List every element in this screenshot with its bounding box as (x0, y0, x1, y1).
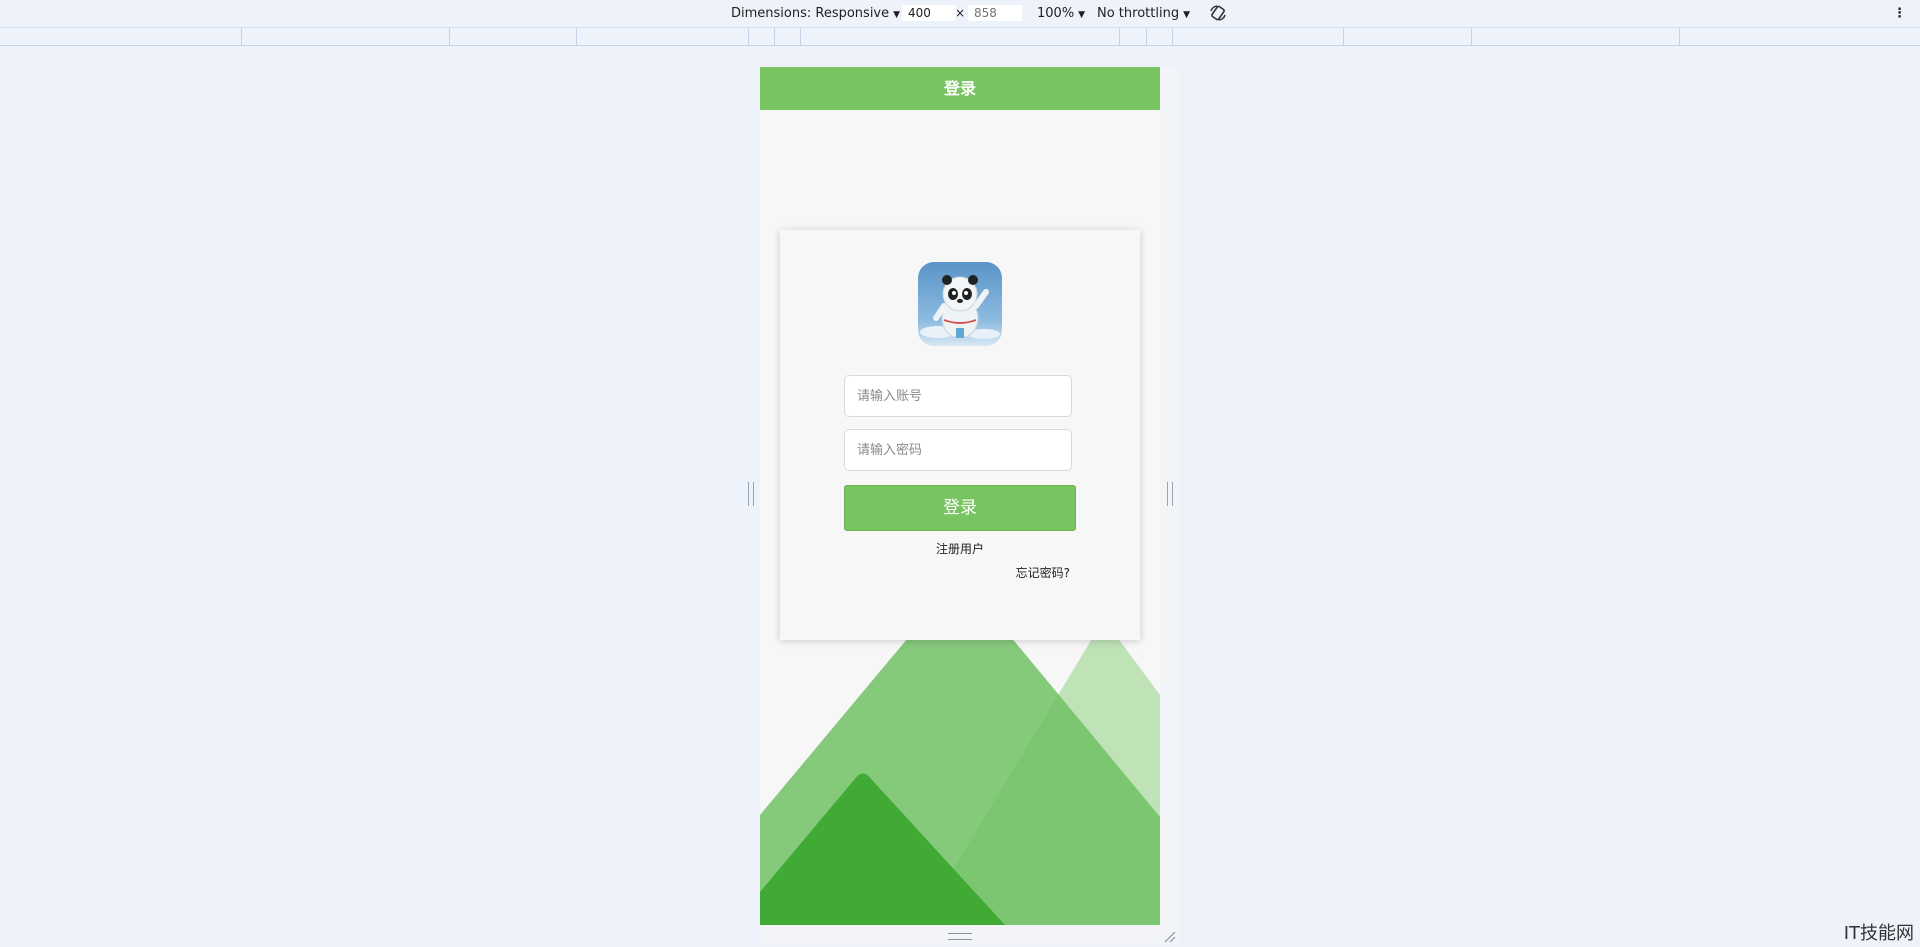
throttling-dropdown[interactable]: No throttling ▼ (1097, 0, 1190, 27)
chevron-down-icon: ▼ (1183, 10, 1190, 20)
more-options-icon[interactable]: ⋮ (1893, 0, 1906, 27)
forgot-password-link[interactable]: 忘记密码? (1016, 564, 1070, 581)
left-resize-handle[interactable] (748, 482, 754, 506)
right-resize-handle[interactable] (1167, 482, 1173, 506)
watermark-text: IT技能网 (1843, 923, 1914, 944)
register-link[interactable]: 注册用户 (780, 540, 1140, 557)
zoom-dropdown[interactable]: 100% ▼ (1037, 0, 1085, 27)
media-query-ruler (0, 28, 1920, 46)
password-input[interactable] (844, 429, 1072, 471)
device-height-input[interactable] (968, 5, 1022, 21)
login-button-label: 登录 (943, 498, 977, 518)
devtools-device-toolbar: Dimensions: Responsive▼ × 100%▼ No throt… (0, 0, 1920, 28)
panda-avatar-icon (918, 262, 1002, 346)
app-header: 登录 (760, 67, 1160, 110)
page-title: 登录 (943, 79, 976, 98)
times-sign: × (955, 6, 966, 20)
bottom-resize-handle[interactable] (948, 933, 972, 940)
chevron-down-icon: ▼ (893, 10, 901, 20)
device-width-input[interactable] (902, 5, 956, 21)
username-input[interactable] (844, 375, 1072, 417)
login-card: 登录 注册用户 忘记密码? (780, 230, 1140, 640)
corner-resize-icon[interactable] (1162, 928, 1176, 943)
dimensions-dropdown[interactable]: Dimensions: Responsive ▼ (731, 0, 900, 27)
mobile-viewport: 登录 请输入账号 登录 注册用户 忘记密码? (760, 67, 1160, 925)
dimensions-label: Dimensions: Responsive (731, 6, 890, 21)
login-button[interactable]: 登录 (844, 485, 1076, 531)
zoom-label: 100% (1037, 6, 1075, 21)
throttling-label: No throttling (1097, 6, 1180, 21)
rotate-icon[interactable] (1208, 3, 1228, 23)
chevron-down-icon: ▼ (1078, 10, 1086, 20)
